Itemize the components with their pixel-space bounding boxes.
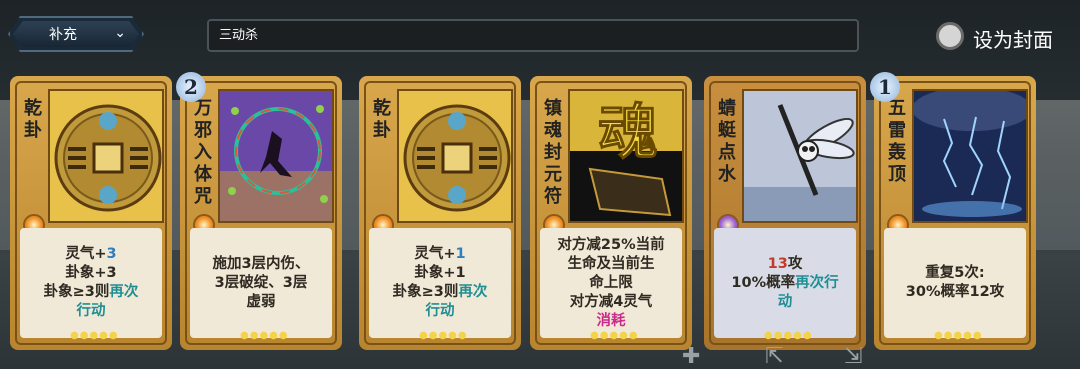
card-name-char: 乾 <box>373 98 391 119</box>
card-art <box>397 89 513 223</box>
card-description: 灵气+3 卦象+3 卦象≥3则再次 行动 <box>20 228 162 338</box>
card-description-line: 10%概率再次行 <box>731 274 839 291</box>
card-name: 乾卦 <box>20 98 46 210</box>
card[interactable]: 万邪入体咒施加3层内伤、 3层破绽、3层 虚弱 ●●●●● 2 <box>176 72 342 350</box>
card-description-line: 对方减4灵气 <box>569 293 653 310</box>
card-art: 魂 <box>568 89 684 223</box>
card-level-dots: ●●●●● <box>70 330 119 341</box>
card-description-line: 行动 <box>76 303 106 319</box>
card-description-line: 卦象+3 <box>65 265 117 281</box>
svg-text:魂: 魂 <box>598 98 658 168</box>
card-name-char: 邪 <box>194 120 212 141</box>
card-name-char: 水 <box>718 164 736 185</box>
card-description-line: 灵气+3 <box>65 246 117 262</box>
card-name: 五雷轰顶 <box>884 98 910 210</box>
card-name-char: 咒 <box>194 186 212 207</box>
card-description-line: 卦象+1 <box>414 265 466 281</box>
card[interactable]: 蜻蜓点水 13攻 10%概率再次行动 ●●●●● <box>704 76 866 350</box>
card-name-char: 蜓 <box>718 120 736 141</box>
card-description-line: 行动 <box>425 303 455 319</box>
card-description-line: 30%概率12攻 <box>905 284 1005 300</box>
card-description-line: 施加3层内伤、 <box>212 255 310 272</box>
card-level-dots: ●●●●● <box>934 330 983 341</box>
card-name: 乾卦 <box>369 98 395 210</box>
card-name-char: 雷 <box>888 120 906 141</box>
card-cost-badge: 2 <box>176 72 206 102</box>
card-name-char: 符 <box>544 186 562 207</box>
card-description-line: 3层破绽、3层 <box>214 274 308 291</box>
add-icon[interactable]: ✚ <box>682 344 700 369</box>
card-description-line: 动 <box>777 293 793 310</box>
deck-name-input[interactable]: 三动杀 <box>207 19 859 52</box>
card-description-line: 对方减25%当前 <box>557 236 665 253</box>
card-description-line: 灵气+1 <box>414 246 466 262</box>
card-description-line: 虚弱 <box>246 293 276 310</box>
card-description: 灵气+1 卦象+1 卦象≥3则再次 行动 <box>369 228 511 338</box>
card-description-line: 卦象≥3则再次 <box>43 284 139 300</box>
card-name-char: 五 <box>888 98 906 119</box>
card-level-dots: ●●●●● <box>419 330 468 341</box>
card-description: 重复5次: 30%概率12攻 <box>884 228 1026 338</box>
chevron-down-icon: ⌄ <box>114 25 126 41</box>
card-description-line: 生命及当前生 <box>567 255 655 272</box>
card-name-char: 顶 <box>888 164 906 185</box>
card[interactable]: 乾卦灵气+1 卦象+1 卦象≥3则再次 行动 ●●●●● <box>359 76 521 350</box>
card-description-line: 命上限 <box>589 274 633 291</box>
card-description: 施加3层内伤、 3层破绽、3层 虚弱 <box>190 228 332 338</box>
deck-export-icon[interactable]: ⇲ <box>844 344 862 369</box>
card-description-line: 重复5次: <box>925 265 985 281</box>
card-level-dots: ●●●●● <box>764 330 813 341</box>
card-name: 蜻蜓点水 <box>714 98 740 210</box>
card-description: 对方减25%当前 生命及当前生 命上限对方减4灵气 消耗 <box>540 228 682 338</box>
card-name-char: 入 <box>194 142 212 163</box>
card-description-line: 消耗 <box>596 312 626 329</box>
set-cover-toggle[interactable] <box>936 22 964 50</box>
card-description-line: 卦象≥3则再次 <box>392 284 488 300</box>
card-art <box>912 89 1028 223</box>
category-dropdown-label: 补充 <box>49 27 77 43</box>
card-name-char: 镇 <box>544 98 562 119</box>
card-name-char: 体 <box>194 164 212 185</box>
card-name: 镇魂封元符 <box>540 98 566 210</box>
card-name-char: 卦 <box>24 120 42 141</box>
card-level-dots: ●●●●● <box>590 330 639 341</box>
card-name-char: 乾 <box>24 98 42 119</box>
card-description-line: 13攻 <box>767 255 803 272</box>
deck-remove-icon[interactable]: ⇱ <box>765 344 783 369</box>
card[interactable]: 乾卦灵气+3 卦象+3 卦象≥3则再次 行动 ●●●●● <box>10 76 172 350</box>
card-art <box>742 89 858 223</box>
set-cover-label: 设为封面 <box>973 28 1053 52</box>
card-description: 13攻 10%概率再次行动 <box>714 228 856 338</box>
card[interactable]: 五雷轰顶重复5次: 30%概率12攻 ●●●●● 1 <box>870 72 1036 350</box>
card-name-char: 蜻 <box>718 98 736 119</box>
card-name: 万邪入体咒 <box>190 98 216 210</box>
card-name-char: 元 <box>544 164 562 185</box>
card-art <box>218 89 334 223</box>
category-dropdown[interactable]: 补充 ⌄ <box>8 16 144 52</box>
card-name-char: 点 <box>718 142 736 163</box>
card-name-char: 封 <box>544 142 562 163</box>
card-name-char: 魂 <box>544 120 562 141</box>
card-cost-badge: 1 <box>870 72 900 102</box>
card[interactable]: 魂 镇魂封元符对方减25%当前 生命及当前生 命上限 对方减4灵气 消耗 ●●●●● <box>530 76 692 350</box>
card-level-dots: ●●●●● <box>240 330 289 341</box>
card-art <box>48 89 164 223</box>
card-name-char: 轰 <box>888 142 906 163</box>
card-name-char: 卦 <box>373 120 391 141</box>
card-name-char: 万 <box>194 98 212 119</box>
